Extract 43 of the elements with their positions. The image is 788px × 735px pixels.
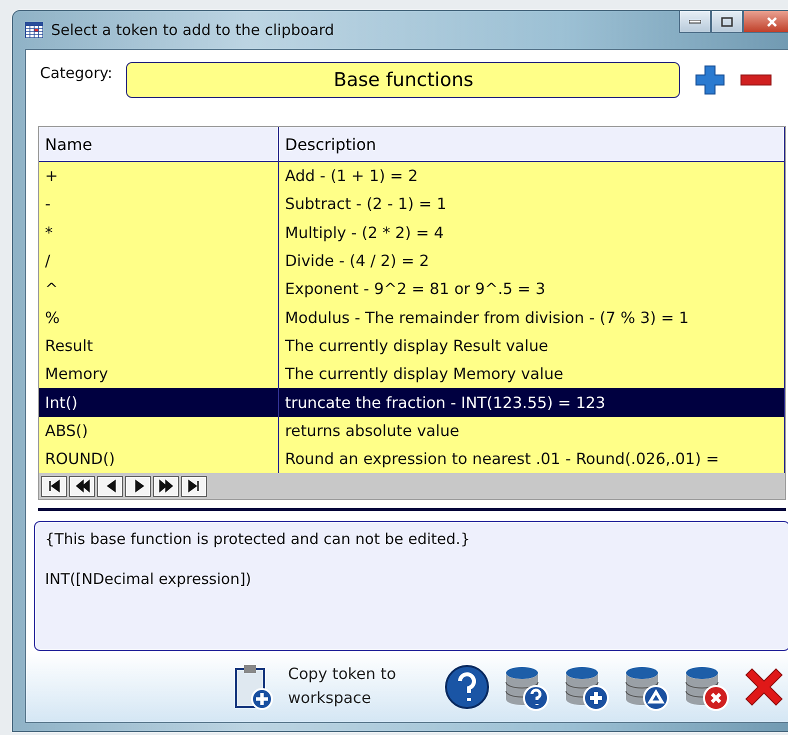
navigator-button[interactable] — [153, 476, 179, 497]
category-field[interactable]: Base functions — [126, 62, 680, 98]
close-button[interactable] — [743, 11, 788, 33]
details-box[interactable]: {This base function is protected and can not be edited.} INT([NDecimal expression]) — [34, 521, 788, 652]
minus-icon — [740, 74, 772, 86]
minimize-icon — [689, 20, 701, 24]
navigator-button[interactable] — [69, 476, 95, 497]
clipboard-add-icon — [234, 662, 274, 711]
add-button[interactable] — [694, 64, 726, 96]
table-row[interactable]: % Modulus - The remainder from division - (7 % 3) = 1 — [39, 303, 785, 332]
column-header[interactable]: Name — [39, 127, 279, 162]
table-row[interactable]: * Multiply - (2 * 2) = 4 — [39, 218, 785, 247]
window-title: Select a token to add to the clipboard — [51, 21, 334, 39]
details-text: INT([NDecimal expression]) — [45, 570, 252, 588]
table-row[interactable]: ^ Exponent - 9^2 = 81 or 9^.5 = 3 — [39, 275, 785, 304]
triangle-icon — [158, 478, 174, 494]
table-row[interactable]: Int() truncate the fraction - INT(123.55) = 123 — [39, 388, 785, 417]
remove-button[interactable] — [740, 74, 772, 86]
navigator-button[interactable] — [41, 476, 67, 497]
table-row[interactable]: / Divide - (4 / 2) = 2 — [39, 246, 785, 276]
maximize-button[interactable] — [711, 11, 743, 33]
navigator-button[interactable] — [125, 476, 151, 497]
table-row[interactable]: - Subtract - (2 - 1) = 1 — [39, 190, 785, 219]
table-row[interactable]: Result The currently display Result value — [39, 332, 785, 360]
table-row[interactable]: ROUND() Round an expression to nearest .01 - Round(.026,.01) = — [39, 444, 785, 474]
help-icon — [444, 664, 490, 710]
minimize-button[interactable] — [679, 11, 711, 33]
details-text: {This base function is protected and can not be edited.} — [45, 530, 471, 548]
triangle-icon — [74, 478, 90, 494]
table-row[interactable]: Memory The currently display Memory value — [39, 360, 785, 388]
navigator-button[interactable] — [97, 476, 123, 497]
triangle-icon — [186, 478, 202, 494]
column-header[interactable]: Description — [279, 127, 785, 162]
plus-icon — [694, 64, 726, 96]
close-icon — [766, 16, 778, 28]
table-row[interactable]: ABS() returns absolute value — [39, 416, 785, 445]
copy-token-button[interactable]: Copy token to workspace — [234, 662, 418, 711]
help-button[interactable] — [444, 664, 490, 710]
table-row[interactable]: + Add - (1 + 1) = 2 — [39, 162, 785, 190]
navigator-button[interactable] — [181, 476, 207, 497]
category-label: Category: — [40, 64, 112, 82]
maximize-icon — [721, 16, 733, 26]
grid-icon — [25, 22, 43, 38]
